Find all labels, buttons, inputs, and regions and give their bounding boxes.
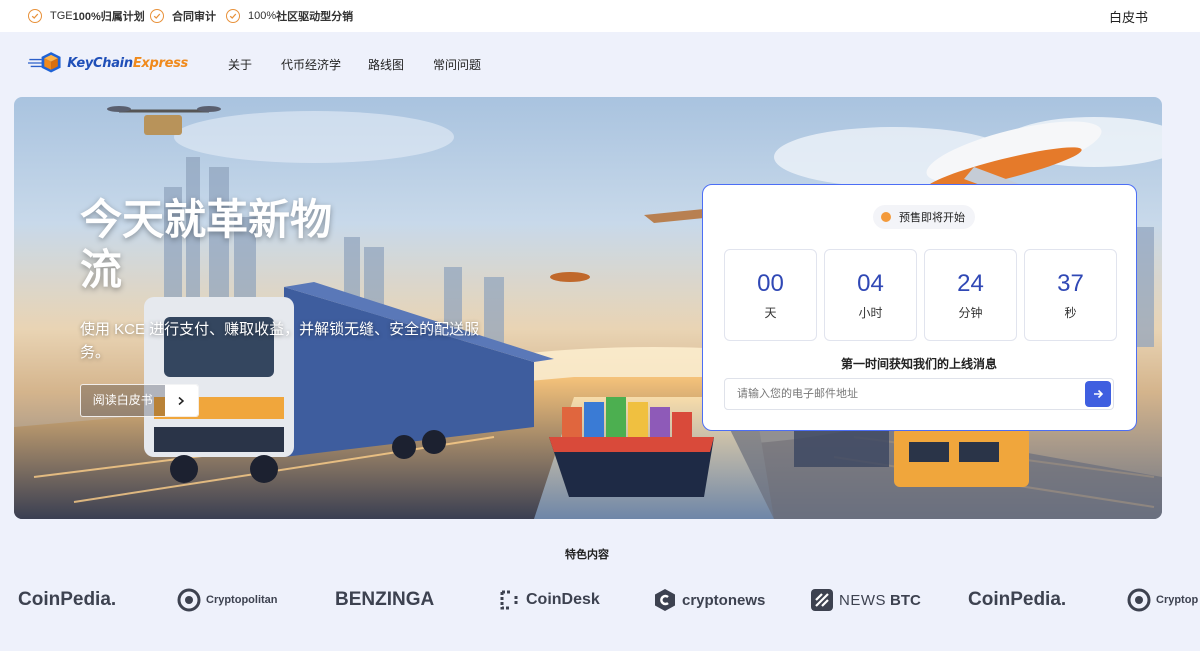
- check-circle-icon: [150, 9, 164, 23]
- featured-heading: 特色内容: [565, 549, 609, 561]
- check-circle-icon: [226, 9, 240, 23]
- feature-prefix: TGE: [50, 10, 73, 22]
- outlet-newsbtc[interactable]: NEWS BTC: [810, 584, 921, 616]
- countdown-unit: 秒: [1064, 306, 1077, 320]
- outlet-name: NEWS: [839, 591, 886, 609]
- countdown-unit: 分钟: [958, 306, 983, 320]
- presale-card: 预售即将开始 00 天 04 小时 24 分钟 37 秒 第一时间获知我们的上线…: [702, 184, 1137, 431]
- outlet-cryptopolitan-2[interactable]: Cryptop: [1127, 584, 1198, 616]
- countdown-unit: 天: [764, 306, 777, 320]
- newsbtc-logo-icon: [810, 588, 834, 612]
- outlet-coindesk[interactable]: CoinDesk: [497, 584, 600, 616]
- outlet-cryptonews[interactable]: cryptonews: [653, 584, 765, 616]
- outlet-coinpedia[interactable]: CoinPedia.: [18, 584, 116, 616]
- email-input[interactable]: [725, 379, 1080, 409]
- chevron-right-icon: [164, 385, 198, 416]
- outlet-name-accent: BTC: [890, 591, 921, 609]
- feature-text: 社区驱动型分销: [276, 11, 354, 23]
- submit-email-button[interactable]: [1085, 381, 1111, 407]
- outlet-name: CoinDesk: [526, 591, 600, 608]
- countdown-value: 00: [757, 270, 784, 297]
- status-dot-icon: [881, 212, 891, 222]
- countdown-value: 37: [1057, 270, 1084, 297]
- outlet-name: BENZINGA: [335, 589, 435, 610]
- hero-subtitle: 使用 KCE 进行支付、赚取收益，并解锁无缝、安全的配送服务。: [80, 321, 480, 361]
- logo[interactable]: KeyChainExpress: [28, 44, 188, 82]
- nav-tokenomics[interactable]: 代币经济学: [281, 56, 341, 73]
- nav-roadmap[interactable]: 路线图: [368, 56, 404, 73]
- outlet-benzinga[interactable]: BENZINGA: [335, 584, 434, 616]
- feature-text: 100%归属计划: [72, 11, 145, 23]
- cryptopolitan-logo-icon: [1127, 588, 1151, 612]
- cryptonews-logo-icon: [653, 588, 677, 612]
- countdown-seconds: 37 秒: [1024, 249, 1117, 341]
- outlet-name: Cryptopolitan: [206, 594, 278, 606]
- whitepaper-link[interactable]: 白皮书: [1109, 7, 1148, 26]
- presale-badge-label: 预售即将开始: [899, 212, 965, 224]
- feature-audit: 合同审计: [150, 7, 216, 25]
- hero-title: 今天就革新物流: [80, 196, 333, 293]
- outlet-name: cryptonews: [682, 591, 766, 609]
- presale-badge: 预售即将开始: [873, 205, 975, 229]
- outlet-cryptopolitan[interactable]: Cryptopolitan: [177, 584, 278, 616]
- countdown-minutes: 24 分钟: [924, 249, 1017, 341]
- email-form: [724, 378, 1114, 410]
- feature-community: 100% 社区驱动型分销: [226, 7, 353, 25]
- logo-text-main: KeyChain: [67, 55, 133, 71]
- check-circle-icon: [28, 9, 42, 23]
- logo-text-accent: Express: [132, 55, 188, 71]
- coindesk-logo-icon: [497, 588, 521, 612]
- nav-about[interactable]: 关于: [228, 56, 252, 73]
- feature-prefix: 100%: [248, 10, 277, 22]
- countdown-value: 04: [857, 270, 884, 297]
- read-whitepaper-button[interactable]: 阅读白皮书: [80, 384, 199, 417]
- outlet-name: CoinPedia.: [968, 589, 1067, 610]
- nav-faq[interactable]: 常问问题: [433, 56, 481, 73]
- outlet-name: CoinPedia.: [18, 589, 117, 610]
- countdown-days: 00 天: [724, 249, 817, 341]
- cryptopolitan-logo-icon: [177, 588, 201, 612]
- countdown-value: 24: [957, 270, 984, 297]
- feature-text: 合同审计: [172, 11, 216, 23]
- countdown-hours: 04 小时: [824, 249, 917, 341]
- arrow-right-icon: [1094, 389, 1104, 399]
- top-feature-bar: TGE 100%归属计划 合同审计 100% 社区驱动型分销 白皮书: [0, 0, 1200, 32]
- notify-heading: 第一时间获知我们的上线消息: [840, 357, 997, 371]
- outlet-name: Cryptop: [1156, 594, 1199, 606]
- outlet-coinpedia-2[interactable]: CoinPedia.: [968, 584, 1066, 616]
- cube-logo-icon: [28, 52, 61, 73]
- countdown-unit: 小时: [858, 306, 883, 320]
- feature-tge: TGE 100%归属计划: [28, 7, 145, 25]
- read-whitepaper-label: 阅读白皮书: [92, 393, 153, 407]
